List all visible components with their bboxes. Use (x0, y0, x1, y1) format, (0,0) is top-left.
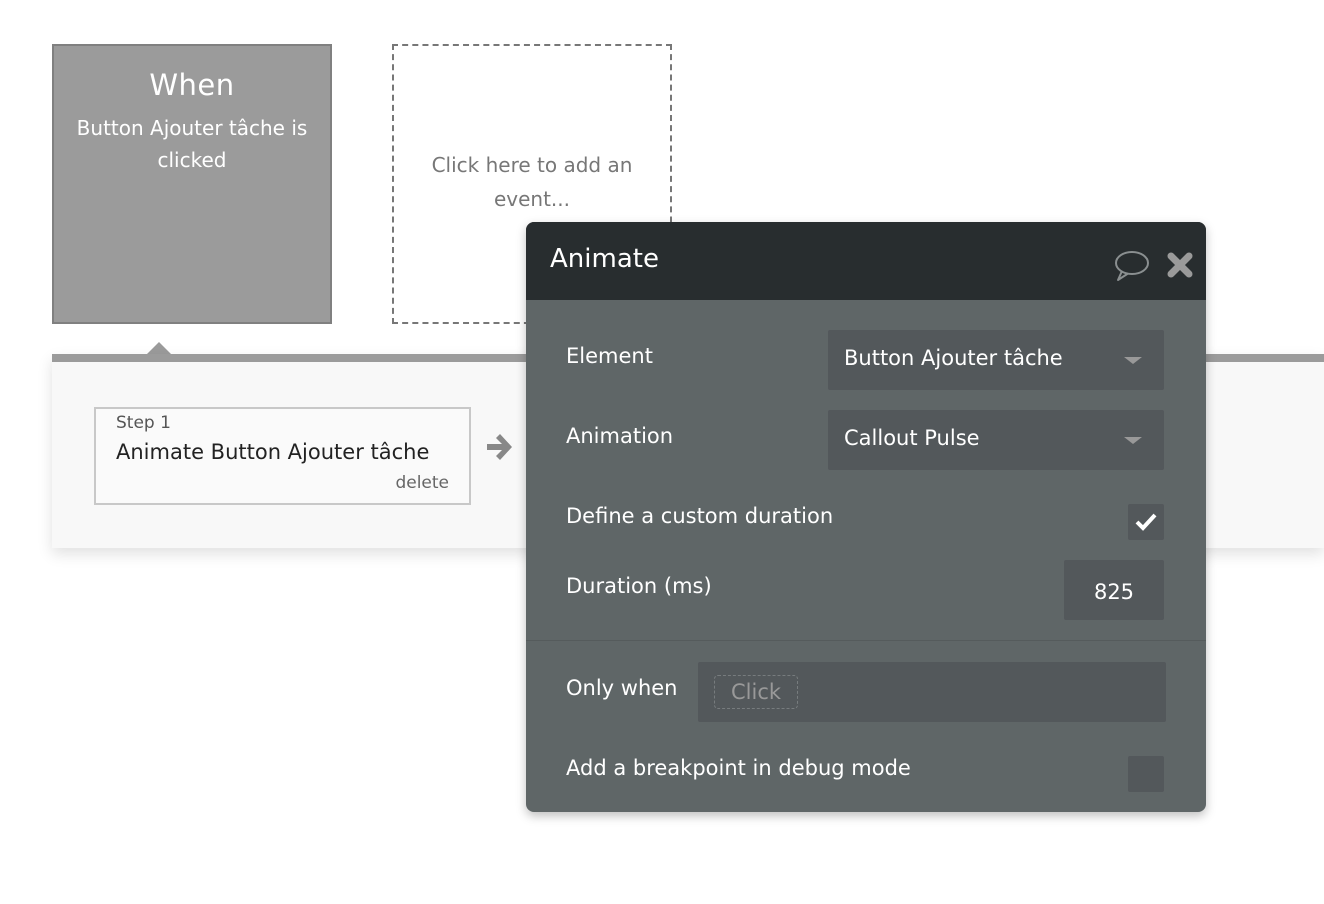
close-x-icon[interactable] (1166, 251, 1194, 279)
arrow-right-icon (487, 434, 512, 460)
event-description: Button Ajouter tâche is clicked (76, 116, 308, 172)
add-event-label: Click here to add an event... (431, 153, 633, 211)
animation-dropdown-value: Callout Pulse (844, 426, 980, 450)
custom-duration-checkbox[interactable] (1128, 504, 1164, 540)
panel-divider (526, 640, 1206, 641)
panel-title: Animate (550, 244, 659, 274)
step-card[interactable]: Step 1 Animate Button Ajouter tâche dele… (94, 407, 471, 505)
step-delete-link[interactable]: delete (395, 473, 449, 493)
only-when-input[interactable]: Click (698, 662, 1166, 722)
comment-bubble-icon[interactable] (1112, 248, 1150, 284)
element-dropdown-value: Button Ajouter tâche (844, 346, 1063, 370)
element-label: Element (566, 344, 653, 368)
breakpoint-checkbox[interactable] (1128, 756, 1164, 792)
chevron-down-icon (1124, 437, 1142, 444)
chevron-down-icon (1124, 357, 1142, 364)
panel-header: Animate (526, 222, 1206, 300)
animate-action-panel: Animate Element Button Ajouter tâche Ani… (526, 222, 1206, 812)
animation-dropdown[interactable]: Callout Pulse (828, 410, 1164, 470)
event-title: When (149, 68, 235, 102)
duration-label: Duration (ms) (566, 574, 712, 598)
animation-label: Animation (566, 424, 674, 448)
checkmark-icon (1135, 513, 1157, 531)
element-dropdown[interactable]: Button Ajouter tâche (828, 330, 1164, 390)
only-when-placeholder[interactable]: Click (714, 675, 799, 709)
breakpoint-label: Add a breakpoint in debug mode (566, 756, 911, 780)
custom-duration-label: Define a custom duration (566, 504, 834, 528)
only-when-label: Only when (566, 676, 678, 700)
duration-input[interactable]: 825 (1064, 560, 1164, 620)
step-name: Animate Button Ajouter tâche (116, 440, 430, 464)
event-card-when[interactable]: When Button Ajouter tâche is clicked (52, 44, 332, 324)
step-number: Step 1 (116, 413, 171, 433)
